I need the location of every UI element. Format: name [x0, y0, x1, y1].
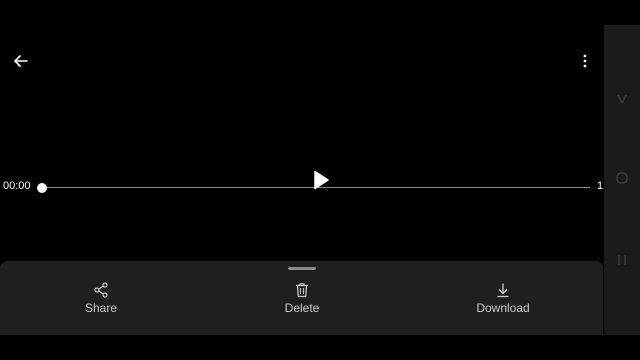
nav-back-button[interactable] [612, 89, 632, 109]
share-icon [92, 281, 110, 299]
current-time: 00:00 [3, 180, 31, 192]
download-button[interactable]: Download [453, 279, 553, 319]
download-icon [494, 281, 512, 299]
nav-home-button[interactable] [612, 168, 632, 188]
play-icon [314, 170, 329, 190]
trash-icon [293, 281, 311, 299]
arrow-left-icon [14, 55, 28, 67]
share-button[interactable]: Share [51, 279, 151, 319]
home-icon [616, 172, 628, 184]
play-button[interactable] [305, 164, 337, 196]
seek-thumb[interactable] [37, 183, 47, 193]
total-time: 1 [597, 180, 603, 192]
more-vertical-icon [583, 54, 587, 68]
recents-icon [618, 255, 626, 265]
bottom-action-sheet: Share Delete Download [0, 261, 603, 335]
back-icon [617, 94, 627, 104]
back-button[interactable] [8, 48, 34, 74]
share-label: Share [84, 301, 118, 315]
delete-label: Delete [284, 301, 320, 315]
video-player-screen: 00:00 1 Share Delete Download [0, 0, 640, 360]
drag-handle[interactable] [288, 267, 316, 270]
nav-recents-button[interactable] [612, 250, 632, 270]
more-options-button[interactable] [574, 49, 596, 73]
system-nav-bar [604, 25, 640, 335]
download-label: Download [476, 301, 530, 315]
delete-button[interactable]: Delete [252, 279, 352, 319]
